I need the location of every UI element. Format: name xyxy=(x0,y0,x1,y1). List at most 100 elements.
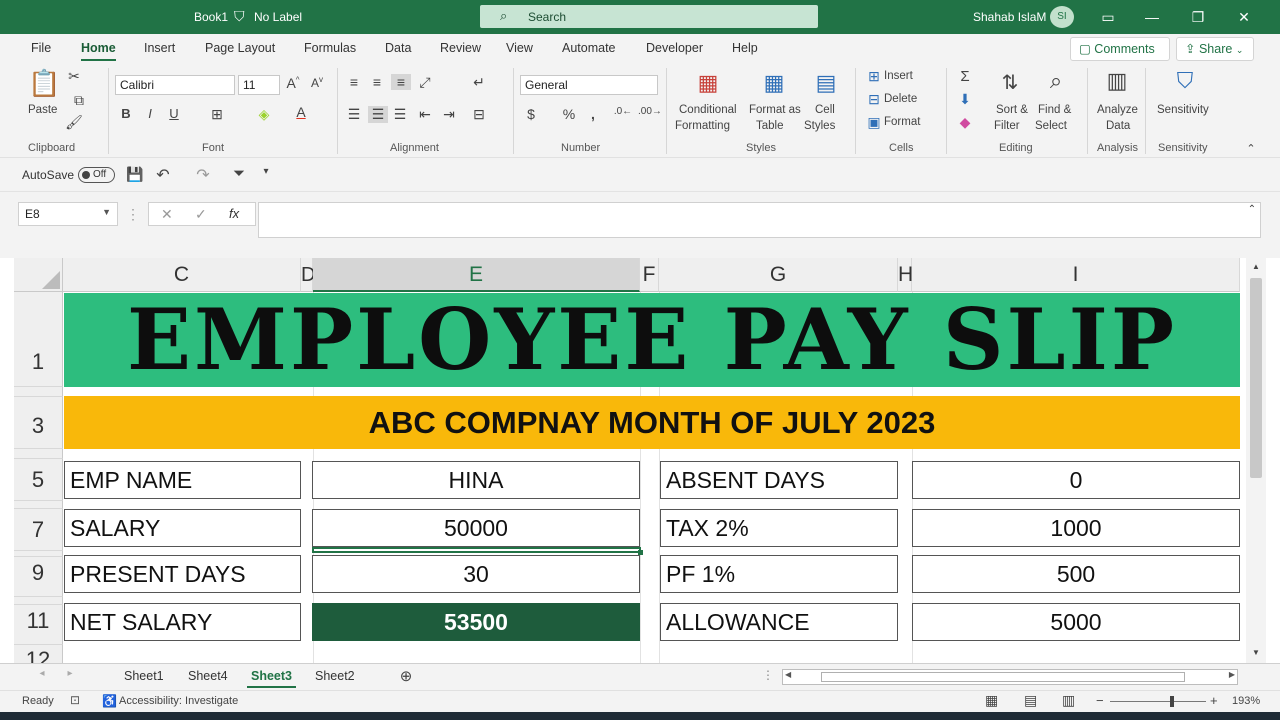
align-middle-icon[interactable]: ≡ xyxy=(368,74,386,90)
find-select-label-1[interactable]: Find & xyxy=(1038,104,1071,116)
sheet-tab-sheet4[interactable]: Sheet4 xyxy=(188,669,228,683)
scroll-right-icon[interactable]: ▶ xyxy=(1229,670,1235,679)
font-size-select[interactable]: 11 xyxy=(238,75,280,95)
vertical-scrollbar[interactable]: ▲ ▼ xyxy=(1246,258,1266,663)
payslip-subtitle[interactable]: ABC COMPNAY MONTH OF JULY 2023 xyxy=(64,396,1240,449)
salary-label[interactable]: SALARY xyxy=(64,509,301,547)
delete-cells-icon[interactable]: ⊟ xyxy=(866,91,882,108)
scroll-up-icon[interactable]: ▲ xyxy=(1250,262,1262,271)
insert-cells-label[interactable]: Insert xyxy=(884,70,913,82)
comma-style-icon[interactable]: , xyxy=(586,106,600,122)
font-name-select[interactable]: Calibri xyxy=(115,75,235,95)
analyze-data-label-2[interactable]: Data xyxy=(1106,120,1130,132)
search-box[interactable]: ⌕ Search xyxy=(480,5,818,28)
payslip-title[interactable]: EMPLOYEE PAY SLIP xyxy=(64,293,1240,387)
sheet-tab-sheet3[interactable]: Sheet3 xyxy=(247,669,296,688)
find-select-icon[interactable]: ⌕ xyxy=(1042,68,1070,94)
prev-sheet-icon[interactable]: ◂ xyxy=(36,668,48,679)
font-color-icon[interactable]: A xyxy=(292,104,310,120)
name-box[interactable]: E8 ▼ xyxy=(18,202,118,226)
sensitivity-label-status[interactable]: No Label xyxy=(254,10,302,24)
collapse-formula-bar-icon[interactable]: ⌃ xyxy=(1246,204,1258,215)
zoom-slider-thumb[interactable] xyxy=(1170,696,1174,707)
autosave-toggle[interactable]: Off xyxy=(78,167,115,183)
merge-center-icon[interactable]: ⊟ xyxy=(470,106,488,123)
allowance-value[interactable]: 5000 xyxy=(912,603,1240,641)
column-header-f[interactable]: F xyxy=(640,258,659,292)
format-as-table-label-2[interactable]: Table xyxy=(756,120,784,132)
row-header-7[interactable]: 7 xyxy=(14,509,63,551)
tab-page-layout[interactable]: Page Layout xyxy=(205,41,275,55)
row-header-3[interactable]: 3 xyxy=(14,397,63,449)
tab-view[interactable]: View xyxy=(506,41,533,55)
increase-font-icon[interactable]: A^ xyxy=(284,75,302,91)
customize-qat-icon[interactable]: ▾ xyxy=(260,166,272,177)
worksheet-grid[interactable]: C D E F G H I 1 3 5 7 9 11 12 EMPLOYEE P… xyxy=(14,258,1240,663)
fill-color-icon[interactable]: ◈ xyxy=(255,106,273,123)
conditional-formatting-label-1[interactable]: Conditional xyxy=(679,104,737,116)
align-top-icon[interactable]: ≡ xyxy=(345,74,363,90)
row-header-6[interactable] xyxy=(14,501,63,509)
column-header-e[interactable]: E xyxy=(313,258,640,292)
format-cells-icon[interactable]: ▣ xyxy=(866,114,882,131)
comments-button[interactable]: ▢ Comments xyxy=(1070,37,1170,61)
active-cell-e8[interactable] xyxy=(312,547,641,553)
sheet-tab-sheet2[interactable]: Sheet2 xyxy=(315,669,355,683)
present-days-label[interactable]: PRESENT DAYS xyxy=(64,555,301,593)
tax-label[interactable]: TAX 2% xyxy=(660,509,898,547)
bold-icon[interactable]: B xyxy=(118,106,134,121)
sort-filter-icon[interactable]: ⇅ xyxy=(996,70,1024,95)
conditional-formatting-icon[interactable]: ▦ xyxy=(694,70,722,96)
accessibility-icon[interactable]: ♿ xyxy=(102,694,117,708)
column-header-g[interactable]: G xyxy=(659,258,898,292)
macro-record-icon[interactable]: ⊡ xyxy=(70,693,80,707)
zoom-level[interactable]: 193% xyxy=(1232,695,1260,707)
normal-view-icon[interactable]: ▦ xyxy=(985,692,998,709)
cancel-icon[interactable]: ✕ xyxy=(161,206,173,223)
page-break-view-icon[interactable]: ▥ xyxy=(1062,692,1075,709)
find-select-label-2[interactable]: Select xyxy=(1035,120,1067,132)
orientation-icon[interactable]: ⤢ xyxy=(416,74,434,91)
wrap-text-icon[interactable]: ↵ xyxy=(470,74,488,91)
horizontal-scrollbar[interactable]: ◀ ▶ xyxy=(782,669,1238,685)
net-salary-value[interactable]: 53500 xyxy=(312,603,640,641)
percent-icon[interactable]: % xyxy=(560,106,578,122)
column-header-c[interactable]: C xyxy=(63,258,301,292)
tab-help[interactable]: Help xyxy=(732,41,758,55)
underline-icon[interactable]: U xyxy=(166,106,182,121)
tax-value[interactable]: 1000 xyxy=(912,509,1240,547)
sort-filter-label-1[interactable]: Sort & xyxy=(996,104,1028,116)
pf-value[interactable]: 500 xyxy=(912,555,1240,593)
insert-function-icon[interactable]: fx xyxy=(229,206,239,221)
tab-review[interactable]: Review xyxy=(440,41,481,55)
format-as-table-icon[interactable]: ▦ xyxy=(760,70,788,96)
format-cells-label[interactable]: Format xyxy=(884,116,920,128)
collapse-ribbon-icon[interactable]: ⌃ xyxy=(1244,142,1258,155)
user-name[interactable]: Shahab IslaM xyxy=(973,10,1046,24)
borders-icon[interactable]: ⊞ xyxy=(208,106,226,123)
salary-value[interactable]: 50000 xyxy=(312,509,640,547)
row-header-12[interactable]: 12 xyxy=(14,645,63,663)
minimize-icon[interactable]: — xyxy=(1140,6,1164,28)
tab-file[interactable]: File xyxy=(31,41,51,55)
cut-icon[interactable]: ✂ xyxy=(64,68,84,85)
sensitivity-icon[interactable]: ⛉ xyxy=(1170,68,1200,94)
page-layout-view-icon[interactable]: ▤ xyxy=(1024,692,1037,709)
italic-icon[interactable]: I xyxy=(142,106,158,121)
more-icon[interactable]: ⋮ xyxy=(762,668,774,682)
column-header-d[interactable]: D xyxy=(301,258,315,292)
cell-styles-label-2[interactable]: Styles xyxy=(804,120,835,132)
scroll-left-icon[interactable]: ◀ xyxy=(785,670,791,679)
column-header-h[interactable]: H xyxy=(898,258,913,292)
increase-indent-icon[interactable]: ⇥ xyxy=(440,106,458,123)
shield-icon[interactable]: ⛉ xyxy=(234,8,245,25)
allowance-label[interactable]: ALLOWANCE xyxy=(660,603,898,641)
format-as-table-label-1[interactable]: Format as xyxy=(749,104,801,116)
scroll-thumb[interactable] xyxy=(1250,278,1262,478)
row-header-9[interactable]: 9 xyxy=(14,557,63,597)
paste-icon[interactable]: 📋 xyxy=(28,68,60,99)
align-left-icon[interactable]: ☰ xyxy=(345,106,363,123)
tab-insert[interactable]: Insert xyxy=(144,41,175,55)
cell-styles-label-1[interactable]: Cell xyxy=(815,104,835,116)
sheet-tab-sheet1[interactable]: Sheet1 xyxy=(124,669,164,683)
